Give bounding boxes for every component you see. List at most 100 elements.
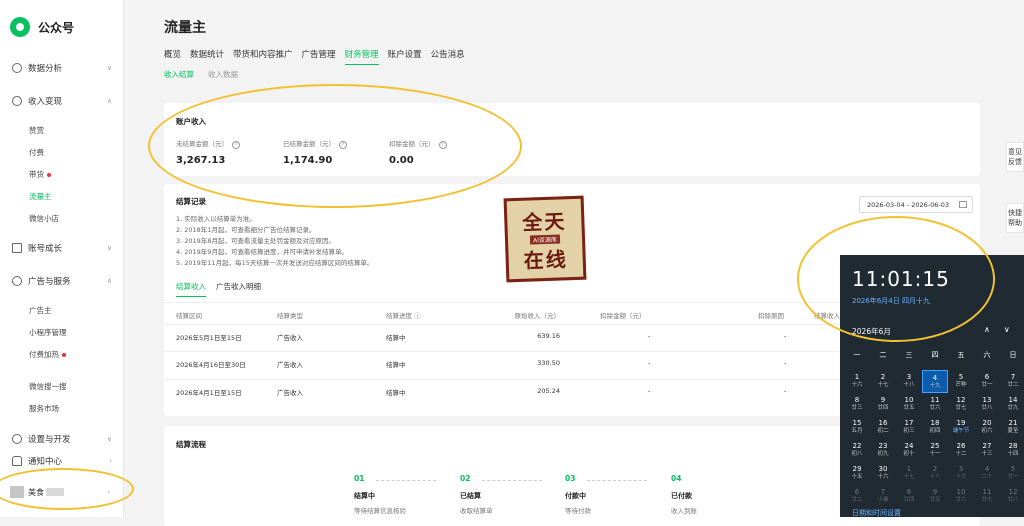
chevron-down-icon: ∨: [106, 64, 112, 72]
chart-icon: [12, 63, 22, 73]
calendar-day[interactable]: 8 廿三: [844, 393, 870, 416]
nav-group-growth[interactable]: 账号成长 ∨: [12, 242, 112, 254]
calendar-day[interactable]: 4 二十: [974, 462, 1000, 485]
calendar-day[interactable]: 12 廿七: [948, 393, 974, 416]
calendar-day[interactable]: 3 十八: [896, 370, 922, 393]
card-title: 结算记录: [176, 197, 206, 206]
calendar-day[interactable]: 5 廿一: [1000, 462, 1024, 485]
calendar-day[interactable]: 16 初二: [870, 416, 896, 439]
sidebar-item-commerce[interactable]: 带货: [29, 169, 51, 180]
nav-group-settings-dev[interactable]: 设置与开发 ∨: [12, 433, 112, 445]
tab-commerce-promo[interactable]: 带货和内容推广: [233, 48, 293, 65]
weekday-label: 四: [931, 351, 939, 359]
sidebar-item-wechat-store[interactable]: 微信小店: [29, 213, 59, 224]
weekday-label: 二: [879, 351, 887, 359]
chevron-down-icon[interactable]: ∨: [1004, 325, 1010, 334]
calendar-day[interactable]: 14 廿九: [1000, 393, 1024, 416]
calendar-day[interactable]: 2 十七: [870, 370, 896, 393]
sidebar-item-miniprogram[interactable]: 小程序管理: [29, 327, 67, 338]
sidebar: 公众号 数据分析 ∨ 收入变现 ∧ 赞赏 付费 带货 流量主 微信小店 账号成长…: [0, 0, 124, 517]
chevron-down-icon: ∨: [106, 244, 112, 252]
month-navigation: ∧ ∨: [984, 325, 1024, 334]
main-tabs: 概览 数据统计 带货和内容推广 广告管理 财务管理 账户设置 公告消息: [164, 48, 474, 65]
calendar-day[interactable]: 13 廿八: [974, 393, 1000, 416]
calendar-day[interactable]: 26 十二: [948, 439, 974, 462]
highlight-ellipse: [797, 216, 995, 342]
calendar-grid: 一二三四五六日 1 十六 2 十七 3 十八 4 十九 5 芒种 6 廿一 7 廿二 8 廿三 9 廿四 10 廿五 11…: [844, 347, 1024, 508]
calendar-day[interactable]: 11 廿七: [974, 485, 1000, 508]
calendar-day[interactable]: 1 十七: [896, 462, 922, 485]
calendar-day[interactable]: 6 廿一: [974, 370, 1000, 393]
calendar-day[interactable]: 23 初九: [870, 439, 896, 462]
nav-group-notifications[interactable]: 通知中心 ›: [12, 455, 112, 467]
tab-account-settings[interactable]: 账户设置: [388, 48, 422, 65]
settlement-tabs: 结算收入 广告收入明细: [176, 281, 271, 297]
calendar-day[interactable]: 6 廿二: [844, 485, 870, 508]
subtab-income-data[interactable]: 收入数据: [208, 69, 238, 80]
nav-group-ads-services[interactable]: 广告与服务 ∧: [12, 275, 112, 287]
chevron-up-icon: ∧: [106, 277, 112, 285]
logo[interactable]: 公众号: [10, 17, 74, 37]
calendar-day[interactable]: 27 十三: [974, 439, 1000, 462]
calendar-day[interactable]: 30 十六: [870, 462, 896, 485]
sidebar-item-traffic-owner[interactable]: 流量主: [29, 191, 52, 202]
calendar-day[interactable]: 10 廿五: [896, 393, 922, 416]
calendar-day[interactable]: 15 五月: [844, 416, 870, 439]
date-range-picker[interactable]: 2026-03-04 - 2026-06-03: [859, 196, 973, 213]
chevron-up-icon: ∧: [106, 97, 112, 105]
calendar-day[interactable]: 11 廿六: [922, 393, 948, 416]
tab-settlement-income[interactable]: 结算收入: [176, 281, 206, 297]
subtab-settlement[interactable]: 收入结算: [164, 69, 194, 80]
sidebar-item-advertiser[interactable]: 广告主: [29, 305, 52, 316]
tab-finance[interactable]: 财务管理: [344, 48, 379, 65]
calendar-day[interactable]: 20 初六: [974, 416, 1000, 439]
weekday-label: 五: [957, 351, 965, 359]
flow-connector: [587, 480, 647, 481]
calendar-day[interactable]: 21 夏至: [1000, 416, 1024, 439]
calendar-day[interactable]: 3 十九: [948, 462, 974, 485]
tab-ad-income-detail[interactable]: 广告收入明细: [216, 281, 261, 297]
tab-overview[interactable]: 概览: [164, 48, 181, 65]
sidebar-item-paid[interactable]: 付费: [29, 147, 44, 158]
sidebar-item-service-market[interactable]: 服务市场: [29, 403, 59, 414]
calendar-day[interactable]: 18 初四: [922, 416, 948, 439]
calendar-day[interactable]: 7 小暑: [870, 485, 896, 508]
nav-group-monetization[interactable]: 收入变现 ∧: [12, 95, 112, 107]
calendar-day[interactable]: 12 廿八: [1000, 485, 1024, 508]
sub-tabs: 收入结算 收入数据: [164, 69, 252, 80]
chevron-up-icon[interactable]: ∧: [984, 325, 990, 334]
calendar-day[interactable]: 22 初八: [844, 439, 870, 462]
calendar-day[interactable]: 7 廿二: [1000, 370, 1024, 393]
gear-icon: [12, 434, 22, 444]
calendar-day[interactable]: 19 端午节: [948, 416, 974, 439]
tab-ad-management[interactable]: 广告管理: [302, 48, 336, 65]
highlight-ellipse: [148, 84, 522, 208]
settlement-notes: 1. 实际收入以结算单为准。 2. 2018年1月起，可查看细分广告位结算记录。…: [176, 215, 374, 267]
wechat-logo-icon: [10, 17, 30, 37]
sidebar-item-paid-boost[interactable]: 付费加热: [29, 349, 66, 360]
growth-icon: [12, 243, 22, 253]
calendar-day[interactable]: 2 十八: [922, 462, 948, 485]
sidebar-item-tips[interactable]: 赞赏: [29, 125, 44, 136]
quick-help-button[interactable]: 快捷帮助: [1006, 203, 1024, 233]
help-icon[interactable]: ⓘ: [414, 312, 421, 320]
calendar-day[interactable]: 29 十五: [844, 462, 870, 485]
chevron-down-icon: ∨: [106, 435, 112, 443]
notification-dot: [47, 173, 51, 177]
calendar-day[interactable]: 4 十九: [922, 370, 948, 393]
calendar-day[interactable]: 24 初十: [896, 439, 922, 462]
calendar-day[interactable]: 8 廿四: [896, 485, 922, 508]
feedback-button[interactable]: 意见反馈: [1006, 142, 1024, 172]
tab-statistics[interactable]: 数据统计: [190, 48, 224, 65]
calendar-day[interactable]: 9 廿四: [870, 393, 896, 416]
calendar-day[interactable]: 10 廿六: [948, 485, 974, 508]
calendar-day[interactable]: 9 廿五: [922, 485, 948, 508]
calendar-day[interactable]: 28 十四: [1000, 439, 1024, 462]
tab-announcements[interactable]: 公告消息: [431, 48, 465, 65]
calendar-day[interactable]: 5 芒种: [948, 370, 974, 393]
calendar-day[interactable]: 17 初三: [896, 416, 922, 439]
calendar-day[interactable]: 25 十一: [922, 439, 948, 462]
nav-group-data-analysis[interactable]: 数据分析 ∨: [12, 62, 112, 74]
sidebar-item-search[interactable]: 微信搜一搜: [29, 381, 67, 392]
calendar-day[interactable]: 1 十六: [844, 370, 870, 393]
